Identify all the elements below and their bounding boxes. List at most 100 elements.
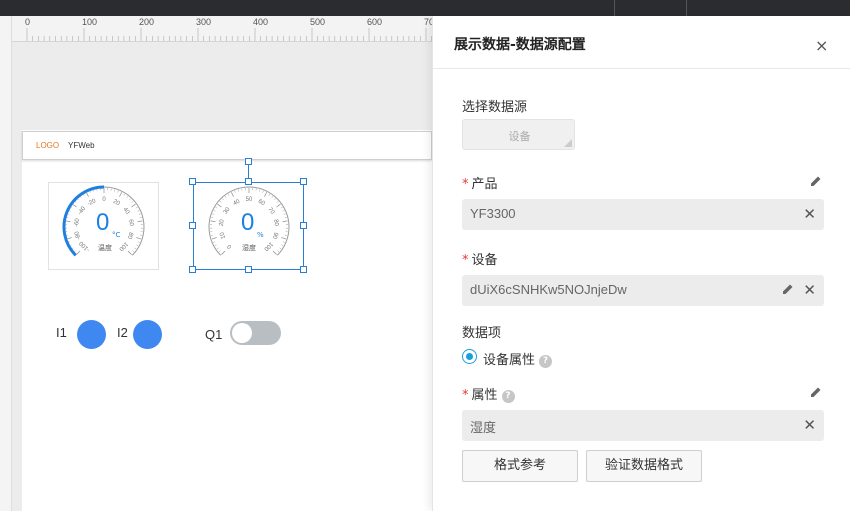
io-label-i1: I1 bbox=[56, 325, 67, 340]
resize-handle-se[interactable] bbox=[300, 266, 307, 273]
gauge-tick bbox=[131, 201, 134, 203]
page-header-widget[interactable]: LOGO YFWeb bbox=[22, 131, 432, 160]
gauge-tick bbox=[127, 250, 132, 255]
help-icon[interactable]: ? bbox=[539, 355, 553, 368]
resize-handle-s[interactable] bbox=[245, 266, 252, 273]
gauge-tick bbox=[222, 198, 224, 201]
panel-title: 展示数据-数据源配置 bbox=[454, 37, 586, 53]
gauge-name: 温度 bbox=[98, 244, 112, 252]
gauge-tick bbox=[137, 220, 143, 223]
gauge-scale-label: 60 bbox=[257, 199, 266, 208]
gauge-tick bbox=[135, 206, 138, 209]
clear-icon[interactable]: ✕ bbox=[803, 281, 816, 299]
gauge-tick bbox=[74, 201, 77, 203]
resize-handle-n[interactable] bbox=[245, 178, 252, 185]
dataitem-label: 数据项 bbox=[462, 326, 502, 341]
gauge-tick bbox=[217, 203, 222, 208]
gauge-tick bbox=[215, 206, 218, 209]
gauge-tick bbox=[259, 189, 261, 192]
gauge-tick bbox=[77, 198, 79, 201]
device-attribute-radio[interactable] bbox=[462, 349, 477, 364]
gauge-tick bbox=[230, 192, 234, 197]
validate-format-button[interactable]: 验证数据格式 bbox=[586, 450, 702, 482]
gauge-tick bbox=[210, 220, 216, 223]
vertical-ruler bbox=[0, 16, 12, 511]
product-field[interactable]: YF3300 ✕ bbox=[462, 199, 824, 230]
resize-handle-e[interactable] bbox=[300, 222, 307, 229]
required-mark: * bbox=[462, 253, 469, 268]
product-value: YF3300 bbox=[470, 206, 516, 221]
gauge-tick bbox=[234, 190, 236, 193]
gauge-scale-label: -20 bbox=[87, 198, 98, 208]
gauge-tick bbox=[282, 241, 285, 243]
pencil-icon[interactable] bbox=[810, 386, 822, 398]
rotate-handle[interactable] bbox=[245, 158, 252, 165]
pencil-icon[interactable] bbox=[782, 283, 794, 295]
gauge-scale-label: 60 bbox=[127, 219, 134, 227]
clear-icon[interactable]: ✕ bbox=[803, 416, 816, 434]
gauge-scale-label: 100 bbox=[262, 240, 274, 252]
temperature-gauge-widget[interactable]: -100 -80 -60 -40 -20 0 20 40 60 80 100 0 °C 温度 bbox=[48, 182, 159, 270]
gauge-tick bbox=[276, 201, 279, 203]
resize-handle-sw[interactable] bbox=[189, 266, 196, 273]
toggle-q1[interactable] bbox=[230, 321, 281, 345]
device-field[interactable]: dUiX6cSNHKw5NOJnjeDw ✕ bbox=[462, 275, 824, 306]
source-button-label: 设备 bbox=[508, 130, 531, 143]
close-icon[interactable]: × bbox=[815, 36, 828, 55]
format-reference-button[interactable]: 格式参考 bbox=[462, 450, 578, 482]
gauge-tick bbox=[219, 201, 222, 203]
product-label: * 产品 bbox=[462, 173, 498, 192]
gauge-tick bbox=[227, 193, 230, 196]
humidity-gauge-widget[interactable]: 0 10 20 30 40 50 60 70 80 90 100 0 % 湿度 bbox=[193, 182, 304, 270]
gauge-tick bbox=[211, 237, 217, 240]
source-device-button[interactable]: 设备 bbox=[462, 119, 575, 150]
ruler-label: 500 bbox=[310, 17, 326, 27]
attribute-field[interactable]: 湿度 ✕ bbox=[462, 410, 824, 441]
gauge-tick bbox=[274, 198, 276, 201]
clear-icon[interactable]: ✕ bbox=[803, 205, 816, 223]
gauge-tick bbox=[271, 196, 274, 198]
ruler-label: 600 bbox=[367, 17, 383, 27]
attribute-value: 湿度 bbox=[470, 420, 497, 435]
toolbar-separator bbox=[614, 0, 615, 16]
horizontal-ruler: 0 100 200 300 400 500 600 70 bbox=[12, 16, 432, 42]
resize-handle-w[interactable] bbox=[189, 222, 196, 229]
resize-handle-nw[interactable] bbox=[189, 178, 196, 185]
corner-triangle-icon bbox=[564, 139, 572, 147]
required-mark: * bbox=[462, 177, 469, 192]
gauge-tick bbox=[79, 196, 82, 198]
required-mark: * bbox=[462, 388, 469, 403]
help-icon[interactable]: ? bbox=[501, 390, 515, 403]
gauge-scale-label: 0 bbox=[102, 197, 106, 203]
gauge-tick bbox=[136, 237, 142, 240]
gauge-tick bbox=[114, 189, 116, 192]
gauge-tick bbox=[89, 190, 91, 193]
gauge-tick bbox=[281, 244, 284, 247]
gauge-scale-label: 10 bbox=[219, 231, 227, 240]
gauge-tick bbox=[137, 241, 140, 243]
gauge-tick bbox=[76, 250, 81, 255]
logo-text: LOGO bbox=[36, 141, 60, 150]
gauge-tick bbox=[85, 192, 89, 197]
gauge-tick bbox=[221, 250, 226, 255]
gauge-tick bbox=[136, 244, 139, 247]
gauge-tick bbox=[71, 247, 74, 250]
resize-handle-ne[interactable] bbox=[300, 178, 307, 185]
gauge-tick bbox=[277, 250, 280, 253]
gauge-tick bbox=[129, 198, 131, 201]
divider bbox=[433, 68, 850, 69]
indicator-i2[interactable] bbox=[133, 320, 162, 349]
gauge-tick bbox=[282, 210, 285, 212]
gauge-tick bbox=[237, 189, 239, 192]
gauge-tick bbox=[264, 192, 268, 197]
gauge-tick bbox=[213, 241, 216, 243]
toolbar-separator bbox=[686, 0, 687, 16]
gauge-scale-label: 80 bbox=[126, 231, 134, 240]
gauge-tick bbox=[213, 210, 216, 212]
indicator-i1[interactable] bbox=[77, 320, 106, 349]
gauge-tick bbox=[126, 196, 129, 198]
pencil-icon[interactable] bbox=[810, 175, 822, 187]
ruler-label: 300 bbox=[196, 17, 212, 27]
gauge-tick bbox=[268, 193, 271, 196]
gauge-scale-label: 90 bbox=[271, 231, 279, 240]
